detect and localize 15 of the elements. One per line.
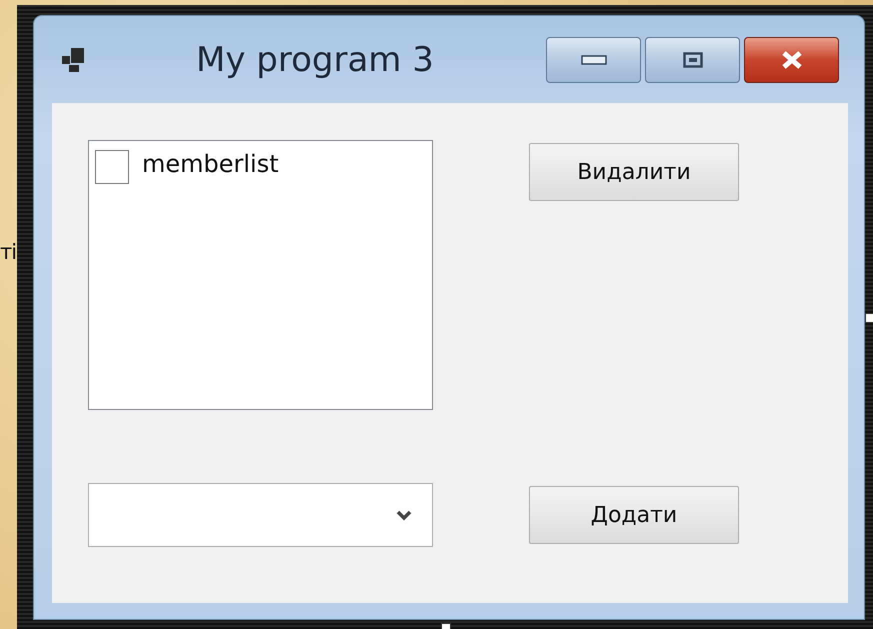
window-title: My program 3 bbox=[196, 40, 434, 80]
close-button[interactable] bbox=[744, 36, 839, 82]
add-button[interactable]: Додати bbox=[529, 486, 739, 544]
minimize-button[interactable] bbox=[546, 36, 641, 82]
list-item-label[interactable]: memberlist bbox=[142, 150, 279, 178]
app-icon bbox=[62, 48, 84, 72]
maximize-icon bbox=[682, 52, 702, 68]
checkbox[interactable] bbox=[95, 150, 129, 184]
chevron-down-icon bbox=[396, 509, 412, 521]
resize-handle[interactable] bbox=[865, 313, 873, 323]
background-text: ті bbox=[0, 240, 16, 264]
minimize-icon bbox=[580, 54, 606, 64]
close-icon bbox=[780, 50, 802, 68]
delete-button[interactable]: Видалити bbox=[529, 143, 739, 201]
maximize-button[interactable] bbox=[645, 36, 740, 82]
